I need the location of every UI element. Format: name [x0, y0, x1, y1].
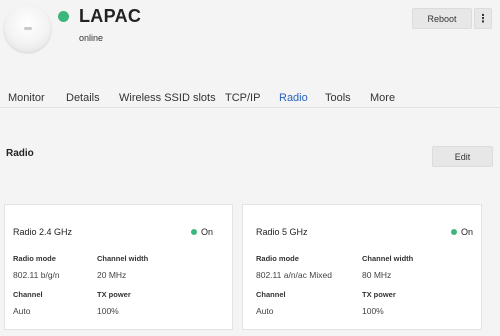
tab-tools[interactable]: Tools	[325, 92, 351, 104]
channel-label: Channel	[13, 290, 43, 299]
device-detail-page: LAPAC online Reboot ⋮ Monitor Details Wi…	[0, 0, 500, 336]
access-point-image	[4, 5, 51, 52]
radio-on-dot	[451, 229, 457, 235]
online-status-dot	[58, 11, 69, 22]
channel-value: Auto	[13, 306, 31, 316]
tab-bar: Monitor Details Wireless SSID slots TCP/…	[0, 86, 500, 108]
device-status: online	[79, 33, 104, 43]
tab-tcp-ip[interactable]: TCP/IP	[225, 92, 260, 104]
radio-mode-label: Radio mode	[256, 254, 299, 263]
channel-width-value: 20 MHz	[97, 270, 127, 280]
tab-more[interactable]: More	[370, 92, 395, 104]
tx-power-label: TX power	[97, 290, 131, 299]
device-led	[24, 27, 32, 30]
more-options-icon[interactable]: ⋮	[474, 8, 492, 29]
tx-power-label: TX power	[362, 290, 396, 299]
edit-button[interactable]: Edit	[432, 146, 493, 167]
radio-card-title: Radio 5 GHz	[256, 227, 308, 237]
radio-card-5ghz: Radio 5 GHz On Radio mode 802.11 a/n/ac …	[242, 204, 482, 330]
radio-card-title: Radio 2.4 GHz	[13, 227, 73, 237]
device-name: LAPAC	[79, 6, 142, 26]
radio-card-2-4ghz: Radio 2.4 GHz On Radio mode 802.11 b/g/n…	[4, 204, 233, 330]
radio-state: On	[451, 227, 473, 237]
radio-state-label: On	[201, 227, 214, 237]
radio-mode-label: Radio mode	[13, 254, 56, 263]
channel-label: Channel	[256, 290, 286, 299]
channel-width-value: 80 MHz	[362, 270, 392, 280]
channel-width-label: Channel width	[97, 254, 149, 263]
radio-on-dot	[191, 229, 197, 235]
reboot-button[interactable]: Reboot	[412, 8, 472, 29]
channel-value: Auto	[256, 306, 274, 316]
radio-mode-value: 802.11 a/n/ac Mixed	[256, 270, 332, 280]
tx-power-value: 100%	[97, 306, 119, 316]
radio-mode-value: 802.11 b/g/n	[13, 270, 60, 280]
tab-monitor[interactable]: Monitor	[8, 92, 45, 104]
tab-details[interactable]: Details	[66, 92, 100, 104]
tab-wireless-ssid-slots[interactable]: Wireless SSID slots	[119, 92, 216, 104]
tx-power-value: 100%	[362, 306, 384, 316]
radio-state: On	[191, 227, 213, 237]
section-title: Radio	[6, 148, 34, 159]
tab-radio[interactable]: Radio	[279, 92, 308, 104]
radio-state-label: On	[461, 227, 474, 237]
channel-width-label: Channel width	[362, 254, 414, 263]
